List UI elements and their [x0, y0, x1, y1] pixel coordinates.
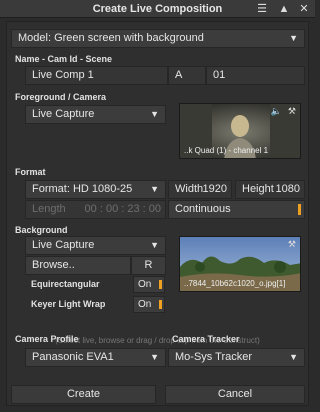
- name-section-label: Name - Cam Id - Scene: [15, 54, 113, 64]
- name-value: Live Comp 1: [32, 69, 94, 81]
- height-field[interactable]: Height 1080: [235, 180, 305, 199]
- cam-id-field[interactable]: A: [168, 66, 206, 85]
- model-dropdown[interactable]: Model: Green screen with background ▼: [11, 29, 305, 48]
- background-source-value: Live Capture: [32, 239, 95, 251]
- background-label: Background: [15, 225, 68, 235]
- scene-field[interactable]: 01: [206, 66, 305, 85]
- composition-panel: Model: Green screen with background ▼ Na…: [6, 21, 309, 406]
- background-source-dropdown[interactable]: Live Capture ▼: [25, 236, 166, 255]
- caret-down-icon: ▼: [289, 352, 298, 362]
- caret-down-icon: ▼: [150, 352, 159, 362]
- caret-down-icon: ▼: [289, 33, 298, 43]
- keyer-light-wrap-indicator: [159, 300, 162, 309]
- format-value: Format: HD 1080-25: [32, 183, 133, 195]
- height-value: 1080: [275, 183, 300, 195]
- title-bar: Create Live Composition ☰ ▲ ✕: [0, 0, 315, 18]
- reset-label: R: [144, 259, 153, 271]
- wrench-icon[interactable]: ⚒: [288, 106, 296, 117]
- cancel-button[interactable]: Cancel: [165, 385, 305, 404]
- model-value: Model: Green screen with background: [18, 32, 204, 44]
- length-field[interactable]: Length 00 : 00 : 23 : 00: [25, 200, 166, 219]
- width-value: 1920: [202, 183, 227, 195]
- speaker-icon: 🔈: [270, 106, 282, 116]
- width-field[interactable]: Width 1920: [168, 180, 232, 199]
- equirectangular-label: Equirectangular: [31, 279, 100, 289]
- foreground-thumb-caption: ..k Quad (1) - channel 1: [184, 146, 269, 155]
- equirectangular-indicator: [159, 280, 162, 289]
- caret-down-icon: ▼: [150, 109, 159, 119]
- camera-tracker-value: Mo-Sys Tracker: [175, 351, 253, 363]
- camera-tracker-dropdown[interactable]: Mo-Sys Tracker ▼: [168, 348, 305, 367]
- keyer-light-wrap-toggle[interactable]: On: [133, 296, 165, 313]
- continuous-indicator: [298, 204, 301, 215]
- length-label: Length: [32, 203, 66, 215]
- browse-button[interactable]: Browse..: [25, 256, 131, 275]
- hamburger-icon[interactable]: ☰: [254, 1, 270, 17]
- length-value: 00 : 00 : 23 : 00: [84, 203, 161, 215]
- foreground-label: Foreground / Camera: [15, 92, 107, 102]
- camera-profile-value: Panasonic EVA1: [32, 351, 114, 363]
- width-label: Width: [175, 183, 204, 195]
- name-field[interactable]: Live Comp 1: [25, 66, 168, 85]
- collapse-icon[interactable]: ▲: [276, 1, 292, 17]
- camera-profile-label: Camera Profile: [15, 334, 79, 344]
- foreground-source-dropdown[interactable]: Live Capture ▼: [25, 105, 166, 124]
- keyer-light-wrap-state: On: [138, 299, 152, 310]
- equirectangular-toggle[interactable]: On: [133, 276, 165, 293]
- continuous-label: Continuous: [175, 203, 231, 215]
- height-label: Height: [242, 183, 274, 195]
- caret-down-icon: ▼: [150, 184, 159, 194]
- scene-value: 01: [213, 69, 226, 81]
- foreground-source-value: Live Capture: [32, 108, 95, 120]
- caret-down-icon: ▼: [150, 240, 159, 250]
- format-label: Format: [15, 167, 46, 177]
- wrench-icon[interactable]: ⚒: [288, 239, 296, 250]
- close-icon[interactable]: ✕: [296, 1, 312, 17]
- foreground-preview[interactable]: 🔈 ⚒ ..k Quad (1) - channel 1: [179, 103, 301, 159]
- create-button[interactable]: Create: [11, 385, 156, 404]
- camera-profile-dropdown[interactable]: Panasonic EVA1 ▼: [25, 348, 166, 367]
- background-preview[interactable]: ⚒ ..7844_10b62c1020_o.jpg[1]: [179, 236, 301, 292]
- background-thumb-caption: ..7844_10b62c1020_o.jpg[1]: [184, 279, 286, 288]
- reset-button[interactable]: R: [131, 256, 166, 275]
- format-dropdown[interactable]: Format: HD 1080-25 ▼: [25, 180, 166, 199]
- camera-tracker-label: Camera Tracker: [172, 334, 240, 344]
- keyer-light-wrap-label: Keyer Light Wrap: [31, 299, 106, 309]
- cam-id-value: A: [175, 69, 183, 81]
- equirectangular-state: On: [138, 279, 152, 290]
- continuous-toggle[interactable]: Continuous: [168, 200, 305, 219]
- browse-label: Browse..: [32, 259, 75, 271]
